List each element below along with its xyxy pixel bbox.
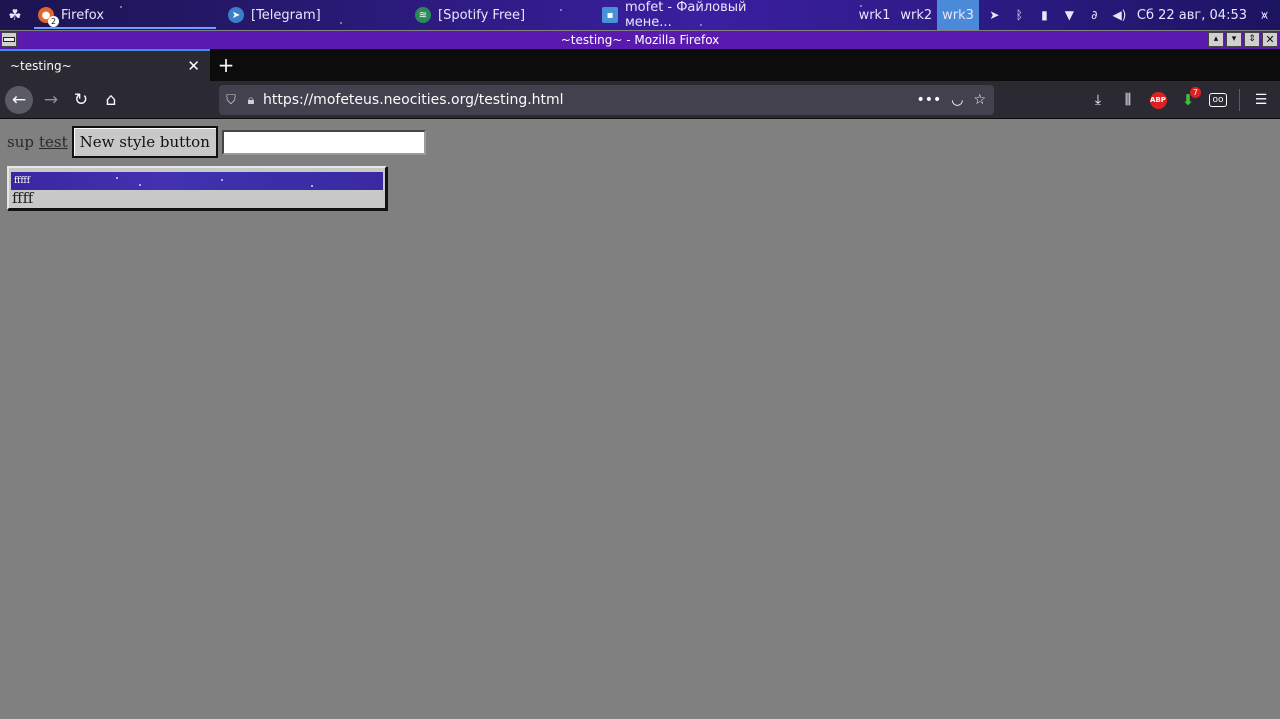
clock[interactable]: Сб 22 авг, 04:53 [1137,8,1247,23]
window-title: ~testing~ - Mozilla Firefox [560,33,720,47]
url-text[interactable]: https://mofeteus.neocities.org/testing.h… [263,92,916,108]
shade-icon: ▴ [1213,34,1219,44]
hamburger-menu-icon: ☰ [1254,92,1268,108]
adblock-button[interactable]: ABP [1145,87,1171,113]
wifi-icon[interactable]: ▼ [1062,8,1077,23]
spotify-icon: ≋ [415,7,431,23]
shield-icon[interactable]: ⛉ [219,93,243,108]
home-button[interactable]: ⌂ [96,85,126,115]
test-link[interactable]: test [39,133,68,151]
adblock-plus-icon: ABP [1149,91,1167,109]
page-content: sup test New style button fffff ffff [0,120,1280,719]
task-label: Firefox [61,7,105,23]
link-icon[interactable]: ∂ [1087,8,1102,23]
desktop-taskbar: ☘ ● 2 Firefox ➤ [Telegram] ≋ [Spotify Fr… [0,0,1280,30]
pocket-icon[interactable]: ◡ [951,92,963,108]
taskbar-task-spotify[interactable]: ≋ [Spotify Free] [407,0,594,30]
volume-icon[interactable]: ◀) [1112,8,1127,23]
telegram-icon[interactable]: ➤ [987,8,1002,23]
download-icon: ⤓ [1094,92,1102,108]
task-label: [Spotify Free] [438,7,526,23]
folder-icon: ▪ [602,7,618,23]
downloads-button[interactable]: ⤓ [1085,87,1111,113]
new-style-button[interactable]: New style button [71,126,218,158]
option-label: ffff [12,189,34,207]
tab-title: ~testing~ [10,59,72,73]
antenna-icon[interactable]: ⩙ [1257,8,1272,23]
forward-button[interactable]: → [36,85,66,115]
reload-button[interactable]: ↻ [66,85,96,115]
firefox-icon: ● 2 [38,7,59,27]
system-tray: ➤ ᛒ ▮ ▼ ∂ ◀) Сб 22 авг, 04:53 ⩙ [979,0,1280,30]
arrow-left-icon: ← [11,89,27,110]
window-minimize-button[interactable]: ▾ [1226,32,1242,47]
library-icon: ⫼ [1124,92,1132,108]
battery-icon[interactable]: ▮ [1037,8,1052,23]
bluetooth-icon[interactable]: ᛒ [1012,8,1027,23]
maximize-icon: ⇕ [1248,34,1256,44]
app-menu-button[interactable]: ☰ [1248,87,1274,113]
close-tab-icon[interactable]: ✕ [187,57,200,75]
home-icon: ⌂ [105,89,117,110]
download-badge: 7 [1189,87,1201,98]
page-actions-icon[interactable]: ••• [916,92,941,108]
task-label: [Telegram] [251,7,321,23]
reload-icon: ↻ [73,89,89,110]
listbox[interactable]: fffff ffff [7,166,387,210]
task-count-badge: 2 [48,16,59,27]
workspace-wrk2[interactable]: wrk2 [895,0,937,30]
tab-testing[interactable]: ~testing~ ✕ [0,49,210,81]
window-shade-button[interactable]: ▴ [1208,32,1224,47]
url-bar[interactable]: ⛉ 🔒︎ https://mofeteus.neocities.org/test… [219,85,994,115]
app-menu-button[interactable]: ☘ [0,0,30,30]
download-helper-button[interactable]: ⬇ 7 [1175,87,1201,113]
toolbar-separator [1239,89,1240,111]
sup-text: sup [7,133,34,151]
taskbar-task-firefox[interactable]: ● 2 Firefox [30,0,220,30]
window-titlebar[interactable]: ~testing~ - Mozilla Firefox ▴ ▾ ⇕ ✕ [0,31,1280,49]
taskbar-task-file-manager[interactable]: ▪ mofet - Файловый мене... [594,0,794,30]
telegram-icon: ➤ [228,7,244,23]
lock-icon[interactable]: 🔒︎ [243,93,259,108]
window-maximize-button[interactable]: ⇕ [1244,32,1260,47]
back-button[interactable]: ← [5,85,33,114]
tab-strip: ~testing~ ✕ + [0,49,1280,81]
plus-icon: + [217,53,235,77]
glasses-icon: oo [1209,93,1227,107]
start-menu-icon: ☘ [8,6,22,24]
window-menu-button[interactable] [1,32,17,47]
close-icon: ✕ [1265,33,1275,46]
bookmark-star-icon[interactable]: ☆ [973,92,986,108]
reader-extension-button[interactable]: oo [1205,87,1231,113]
arrow-right-icon: → [43,89,59,110]
window-close-button[interactable]: ✕ [1262,32,1278,47]
task-label: mofet - Файловый мене... [625,0,747,30]
navigation-toolbar: ← → ↻ ⌂ ⛉ 🔒︎ https://mofeteus.neocities.… [0,81,1280,119]
library-button[interactable]: ⫼ [1115,87,1141,113]
workspace-wrk3[interactable]: wrk3 [937,0,979,30]
listbox-option[interactable]: ffff [11,190,383,207]
chevron-down-icon: ▾ [1231,34,1237,44]
option-label: fffff [14,176,31,186]
text-input[interactable] [221,129,426,155]
new-tab-button[interactable]: + [210,49,242,81]
listbox-option-selected[interactable]: fffff [11,172,383,190]
taskbar-task-telegram[interactable]: ➤ [Telegram] [220,0,407,30]
